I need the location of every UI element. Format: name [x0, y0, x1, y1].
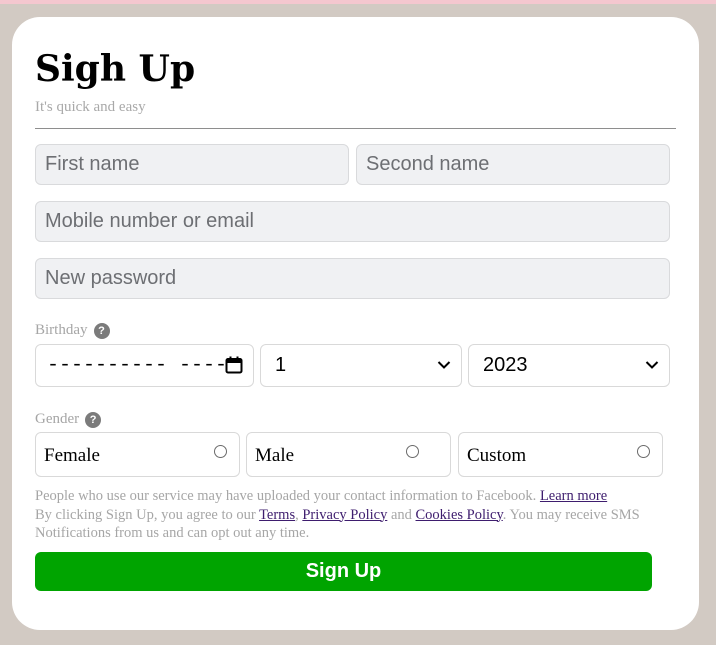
second-name-input[interactable] — [356, 144, 670, 185]
divider — [35, 128, 676, 129]
signup-card: Sigh Up It's quick and easy Birthday ? -… — [12, 17, 699, 630]
gender-option-label: Custom — [467, 445, 527, 466]
contact-input[interactable] — [35, 201, 670, 242]
year-select-value: 2023 — [483, 354, 528, 376]
gender-label-text: Gender — [35, 411, 80, 427]
first-name-input[interactable] — [35, 144, 349, 185]
legal-notice: People who use our service may have uplo… — [35, 488, 640, 541]
page-subtitle: It's quick and easy — [35, 99, 146, 115]
birthday-label-text: Birthday — [35, 322, 88, 338]
birthday-label: Birthday ? — [35, 322, 110, 339]
privacy-policy-link[interactable]: Privacy Policy — [302, 507, 387, 523]
top-accent-bar — [0, 0, 716, 4]
chevron-down-icon — [437, 361, 451, 369]
day-select[interactable]: 1 — [260, 344, 462, 387]
help-icon[interactable]: ? — [85, 411, 102, 428]
day-select-value: 1 — [275, 354, 287, 376]
terms-link[interactable]: Terms — [259, 507, 295, 523]
gender-option-male[interactable]: Male — [246, 432, 451, 477]
help-icon[interactable]: ? — [93, 322, 110, 339]
page-title: Sigh Up — [35, 48, 196, 90]
date-value: ---------- ---- — [47, 354, 228, 377]
year-select[interactable]: 2023 — [468, 344, 670, 387]
gender-option-label: Male — [255, 445, 295, 466]
birthday-date-input[interactable]: ---------- ---- — [35, 344, 254, 387]
learn-more-link[interactable]: Learn more — [540, 488, 607, 504]
gender-option-custom[interactable]: Custom — [458, 432, 663, 477]
legal-contact-info: People who use our service may have uplo… — [35, 488, 537, 504]
legal-agree-text: By clicking Sign Up, you agree to our — [35, 506, 256, 523]
cookies-policy-link[interactable]: Cookies Policy — [416, 507, 503, 523]
radio-icon[interactable] — [214, 445, 227, 458]
calendar-icon[interactable] — [225, 356, 243, 374]
radio-icon[interactable] — [637, 445, 650, 458]
sign-up-button[interactable]: Sign Up — [35, 552, 652, 591]
gender-option-label: Female — [44, 445, 100, 466]
gender-option-female[interactable]: Female — [35, 432, 240, 477]
radio-icon[interactable] — [406, 445, 419, 458]
legal-and-text: and — [390, 506, 412, 523]
gender-label: Gender ? — [35, 411, 102, 428]
password-input[interactable] — [35, 258, 670, 299]
chevron-down-icon — [645, 361, 659, 369]
